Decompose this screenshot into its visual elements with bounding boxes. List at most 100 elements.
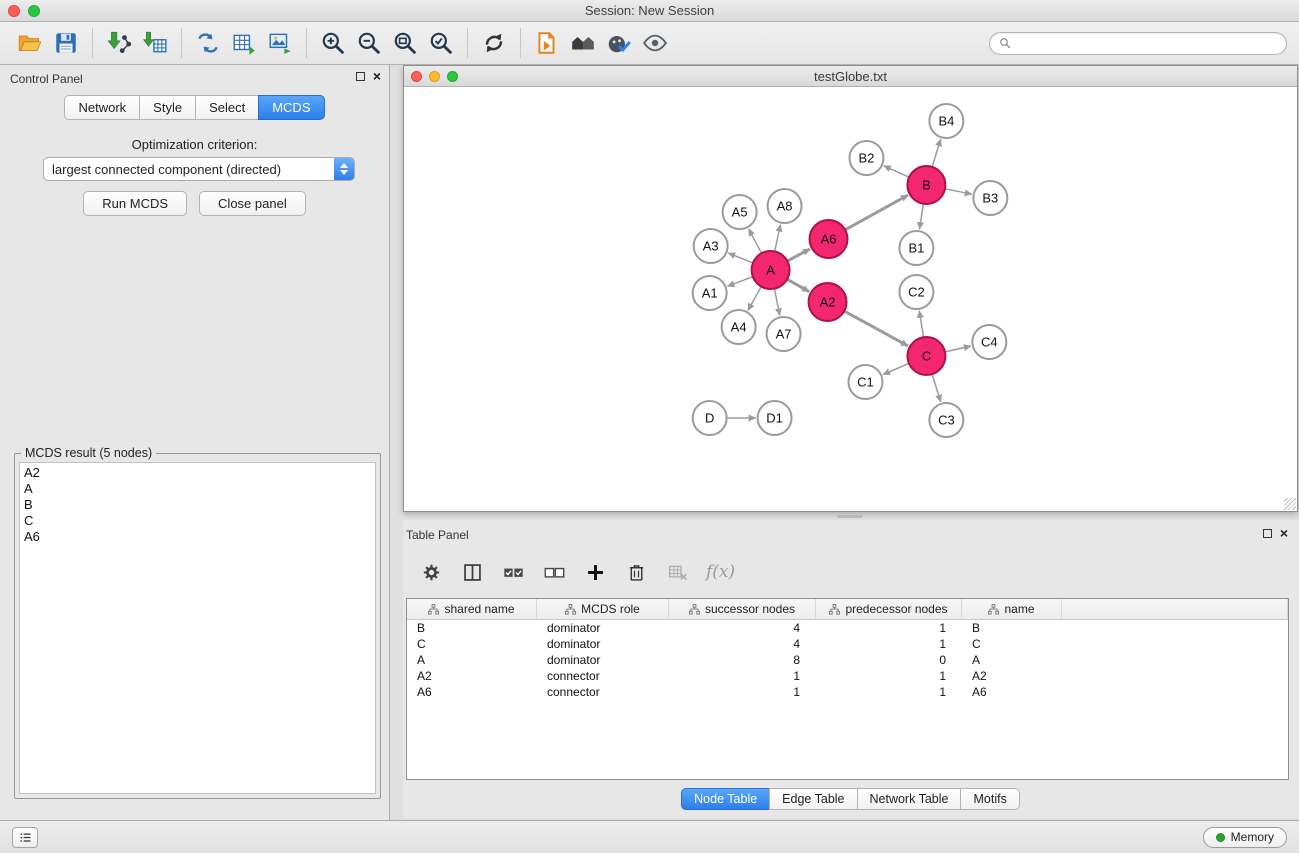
graph-node-D1[interactable]: D1 — [758, 401, 792, 435]
table-cell[interactable]: dominator — [537, 621, 669, 635]
export-image-icon[interactable] — [262, 26, 298, 60]
graph-node-C4[interactable]: C4 — [972, 325, 1006, 359]
overview-home-icon[interactable] — [565, 26, 601, 60]
graph-node-A3[interactable]: A3 — [694, 229, 728, 263]
table-row[interactable]: Cdominator41C — [407, 636, 1288, 652]
graph-edge-A6-B[interactable] — [845, 195, 908, 230]
table-cell[interactable]: 1 — [816, 637, 962, 651]
table-cell[interactable]: connector — [537, 669, 669, 683]
table-cell[interactable]: 1 — [816, 669, 962, 683]
table-cell[interactable]: 0 — [816, 653, 962, 667]
close-panel-icon[interactable]: × — [373, 71, 381, 81]
network-canvas-svg[interactable]: B4B2BB3A5A8A6B1A3AC2A1A2A4A7C4CC1C3DD1 — [404, 87, 1297, 511]
graph-edge-C-C2[interactable] — [919, 311, 923, 337]
graph-node-C1[interactable]: C1 — [849, 365, 883, 399]
graph-node-A2[interactable]: A2 — [809, 283, 847, 321]
column-header-successor-nodes[interactable]: successor nodes — [669, 599, 816, 619]
graph-node-A6[interactable]: A6 — [810, 220, 848, 258]
search-box[interactable] — [989, 32, 1287, 55]
add-column-icon[interactable] — [583, 560, 607, 584]
import-network-icon[interactable] — [101, 26, 137, 60]
unselect-all-columns-icon[interactable] — [542, 560, 566, 584]
column-header-predecessor-nodes[interactable]: predecessor nodes — [816, 599, 962, 619]
graph-edge-A-A8[interactable] — [775, 225, 781, 252]
zoom-in-icon[interactable] — [315, 26, 351, 60]
table-cell[interactable]: dominator — [537, 653, 669, 667]
table-cell[interactable]: A6 — [407, 685, 537, 699]
tab-network[interactable]: Network — [64, 95, 140, 120]
show-panels-button[interactable] — [12, 827, 38, 848]
splitter-grip[interactable] — [837, 515, 863, 518]
graph-node-A5[interactable]: A5 — [723, 195, 757, 229]
graph-node-A4[interactable]: A4 — [722, 310, 756, 344]
zoom-selected-icon[interactable] — [423, 26, 459, 60]
graph-node-D[interactable]: D — [693, 401, 727, 435]
graph-edge-B-B3[interactable] — [945, 189, 972, 194]
tab-style[interactable]: Style — [139, 95, 196, 120]
table-cell[interactable]: 8 — [669, 653, 816, 667]
table-cell[interactable]: B — [962, 621, 1062, 635]
table-cell[interactable]: 1 — [669, 685, 816, 699]
graph-node-C[interactable]: C — [907, 337, 945, 375]
refresh-layout-icon[interactable] — [476, 26, 512, 60]
table-cell[interactable]: A — [407, 653, 537, 667]
graph-edge-B-B2[interactable] — [884, 166, 909, 177]
table-cell[interactable]: C — [962, 637, 1062, 651]
graph-edge-A-A1[interactable] — [727, 277, 752, 287]
settings-gear-icon[interactable] — [419, 560, 443, 584]
graph-edge-B-B1[interactable] — [919, 204, 923, 229]
table-cell[interactable]: A6 — [962, 685, 1062, 699]
table-cell[interactable]: A2 — [962, 669, 1062, 683]
table-cell[interactable]: dominator — [537, 637, 669, 651]
float-panel-icon[interactable] — [356, 72, 365, 81]
resize-handle[interactable] — [1284, 498, 1296, 510]
open-session-icon[interactable] — [12, 26, 48, 60]
table-cell[interactable]: 1 — [669, 669, 816, 683]
table-row[interactable]: Bdominator41B — [407, 620, 1288, 636]
memory-button[interactable]: Memory — [1203, 827, 1287, 848]
table-row[interactable]: A2connector11A2 — [407, 668, 1288, 684]
graph-edge-B-B4[interactable] — [932, 139, 941, 167]
result-item[interactable]: C — [24, 513, 371, 529]
graph-edge-A-A3[interactable] — [728, 253, 753, 263]
graph-node-A8[interactable]: A8 — [768, 189, 802, 223]
result-item[interactable]: A6 — [24, 529, 371, 545]
graph-edge-C-C4[interactable] — [945, 346, 971, 352]
graph-node-A[interactable]: A — [752, 251, 790, 289]
result-item[interactable]: B — [24, 497, 371, 513]
graph-edge-A2-C[interactable] — [844, 311, 908, 346]
float-panel-icon[interactable] — [1263, 529, 1272, 538]
column-header-MCDS-role[interactable]: MCDS role — [537, 599, 669, 619]
zoom-fit-icon[interactable] — [387, 26, 423, 60]
table-cell[interactable]: 4 — [669, 637, 816, 651]
graph-node-B3[interactable]: B3 — [973, 181, 1007, 215]
run-mcds-button[interactable]: Run MCDS — [83, 191, 187, 216]
graph-edge-A-A7[interactable] — [774, 289, 779, 316]
criterion-dropdown[interactable]: largest connected component (directed) — [43, 157, 355, 181]
graph-node-B[interactable]: B — [907, 166, 945, 204]
table-cell[interactable]: 1 — [816, 621, 962, 635]
graph-node-A1[interactable]: A1 — [693, 276, 727, 310]
clone-network-icon[interactable] — [190, 26, 226, 60]
graph-edge-C-C3[interactable] — [932, 374, 941, 402]
save-session-icon[interactable] — [48, 26, 84, 60]
new-table-icon[interactable] — [226, 26, 262, 60]
table-cell[interactable]: A — [962, 653, 1062, 667]
graph-edge-A-A6[interactable] — [787, 249, 810, 261]
column-layout-icon[interactable] — [460, 560, 484, 584]
function-builder-icon[interactable]: f(x) — [706, 562, 735, 582]
tab-motifs[interactable]: Motifs — [960, 788, 1019, 810]
tab-node-table[interactable]: Node Table — [681, 788, 770, 810]
graph-node-A7[interactable]: A7 — [767, 317, 801, 351]
graph-edge-A-A2[interactable] — [787, 279, 809, 291]
column-header-shared-name[interactable]: shared name — [407, 599, 537, 619]
table-cell[interactable]: 1 — [816, 685, 962, 699]
apply-style-icon[interactable] — [601, 26, 637, 60]
column-header-name[interactable]: name — [962, 599, 1062, 619]
tab-network-table[interactable]: Network Table — [857, 788, 962, 810]
result-item[interactable]: A — [24, 481, 371, 497]
table-cell[interactable]: A2 — [407, 669, 537, 683]
tab-edge-table[interactable]: Edge Table — [769, 788, 857, 810]
graph-node-C3[interactable]: C3 — [929, 403, 963, 437]
search-input[interactable] — [1016, 36, 1277, 50]
